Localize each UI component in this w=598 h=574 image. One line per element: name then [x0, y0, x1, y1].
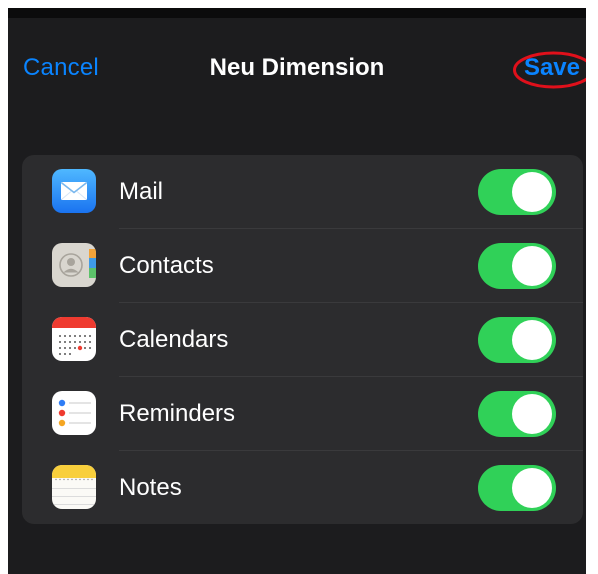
reminders-icon	[52, 391, 96, 435]
mail-toggle[interactable]	[478, 169, 556, 215]
list-item-reminders[interactable]: Reminders	[22, 377, 583, 451]
status-bar-strip	[8, 8, 586, 18]
toggle-knob	[512, 246, 552, 286]
list-item-calendars[interactable]: Calendars	[22, 303, 583, 377]
item-label: Reminders	[119, 400, 236, 427]
calendars-toggle[interactable]	[478, 317, 556, 363]
account-services-list: Mail Contacts Calendars Reminders Notes	[22, 155, 583, 524]
navigation-bar: Cancel Neu Dimension Save	[8, 18, 586, 106]
reminders-toggle[interactable]	[478, 391, 556, 437]
notes-icon	[52, 465, 96, 509]
toggle-knob	[512, 172, 552, 212]
item-label: Contacts	[119, 252, 214, 279]
notes-toggle[interactable]	[478, 465, 556, 511]
mail-icon	[52, 169, 96, 213]
item-label: Calendars	[119, 326, 229, 353]
page-title: Neu Dimension	[209, 54, 385, 81]
contacts-icon	[52, 243, 96, 287]
list-item-notes[interactable]: Notes	[22, 451, 583, 524]
list-item-mail[interactable]: Mail	[22, 155, 583, 229]
toggle-knob	[512, 394, 552, 434]
screen: Cancel Neu Dimension Save Mail Contacts …	[8, 8, 586, 574]
calendar-icon	[52, 317, 96, 361]
item-label: Notes	[119, 474, 182, 501]
toggle-knob	[512, 468, 552, 508]
item-label: Mail	[119, 178, 164, 205]
toggle-knob	[512, 320, 552, 360]
save-button[interactable]: Save	[524, 54, 580, 82]
list-item-contacts[interactable]: Contacts	[22, 229, 583, 303]
contacts-toggle[interactable]	[478, 243, 556, 289]
